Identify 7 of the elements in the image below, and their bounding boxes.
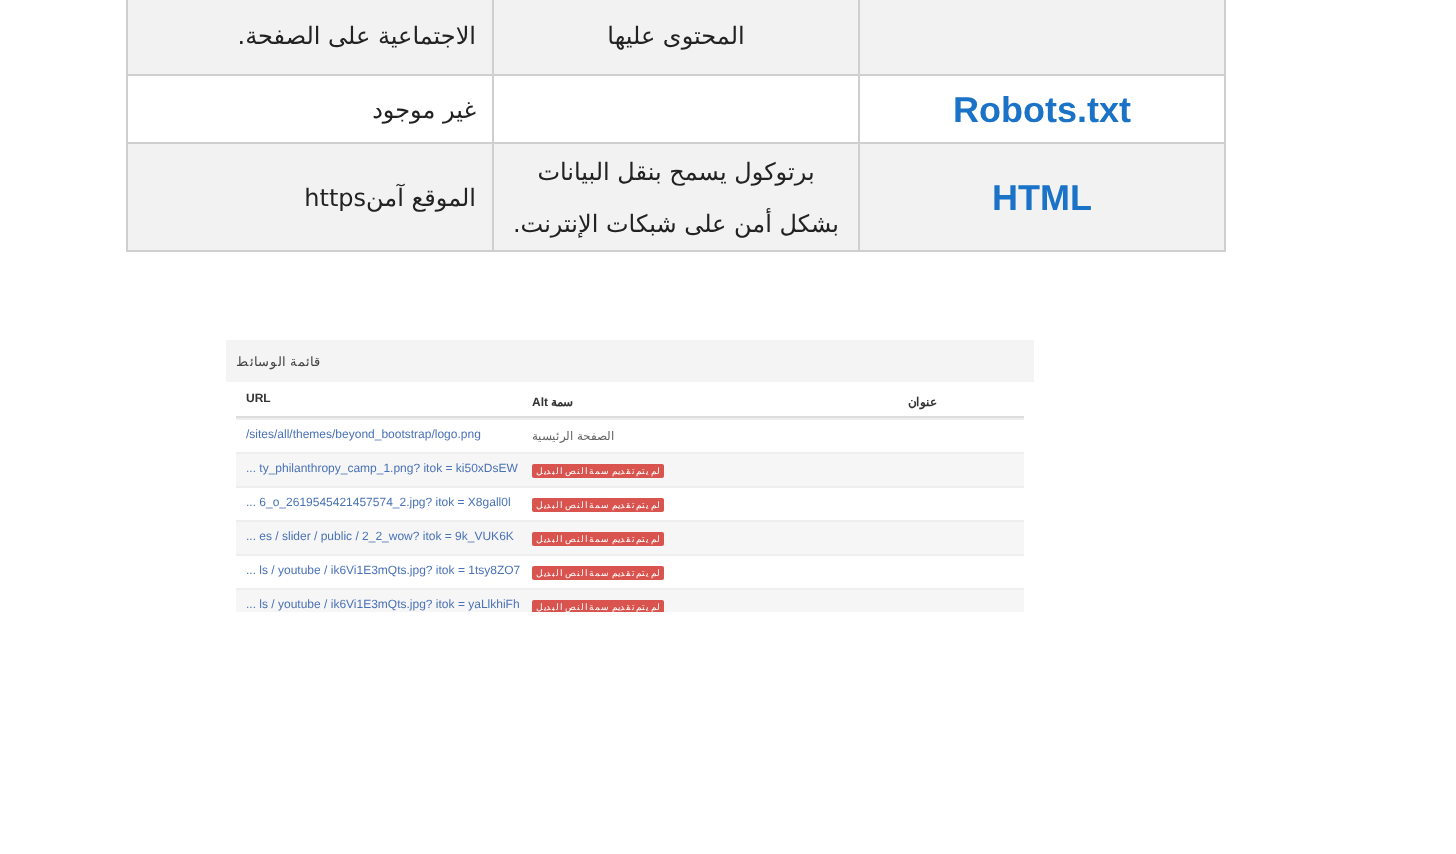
table-cell: غير موجود [128, 74, 494, 142]
table-cell: الاجتماعية على الصفحة. [128, 0, 494, 74]
table-cell: الموقع آمنhttps [128, 142, 494, 250]
table-cell: المحتوى عليها [494, 0, 860, 74]
row-label: HTML [992, 175, 1092, 221]
row-label: Robots.txt [953, 87, 1131, 133]
table-cell: برتوكول يسمح بنقل البيانات بشكل أمن على شبكات الإنترنت. [494, 142, 860, 250]
